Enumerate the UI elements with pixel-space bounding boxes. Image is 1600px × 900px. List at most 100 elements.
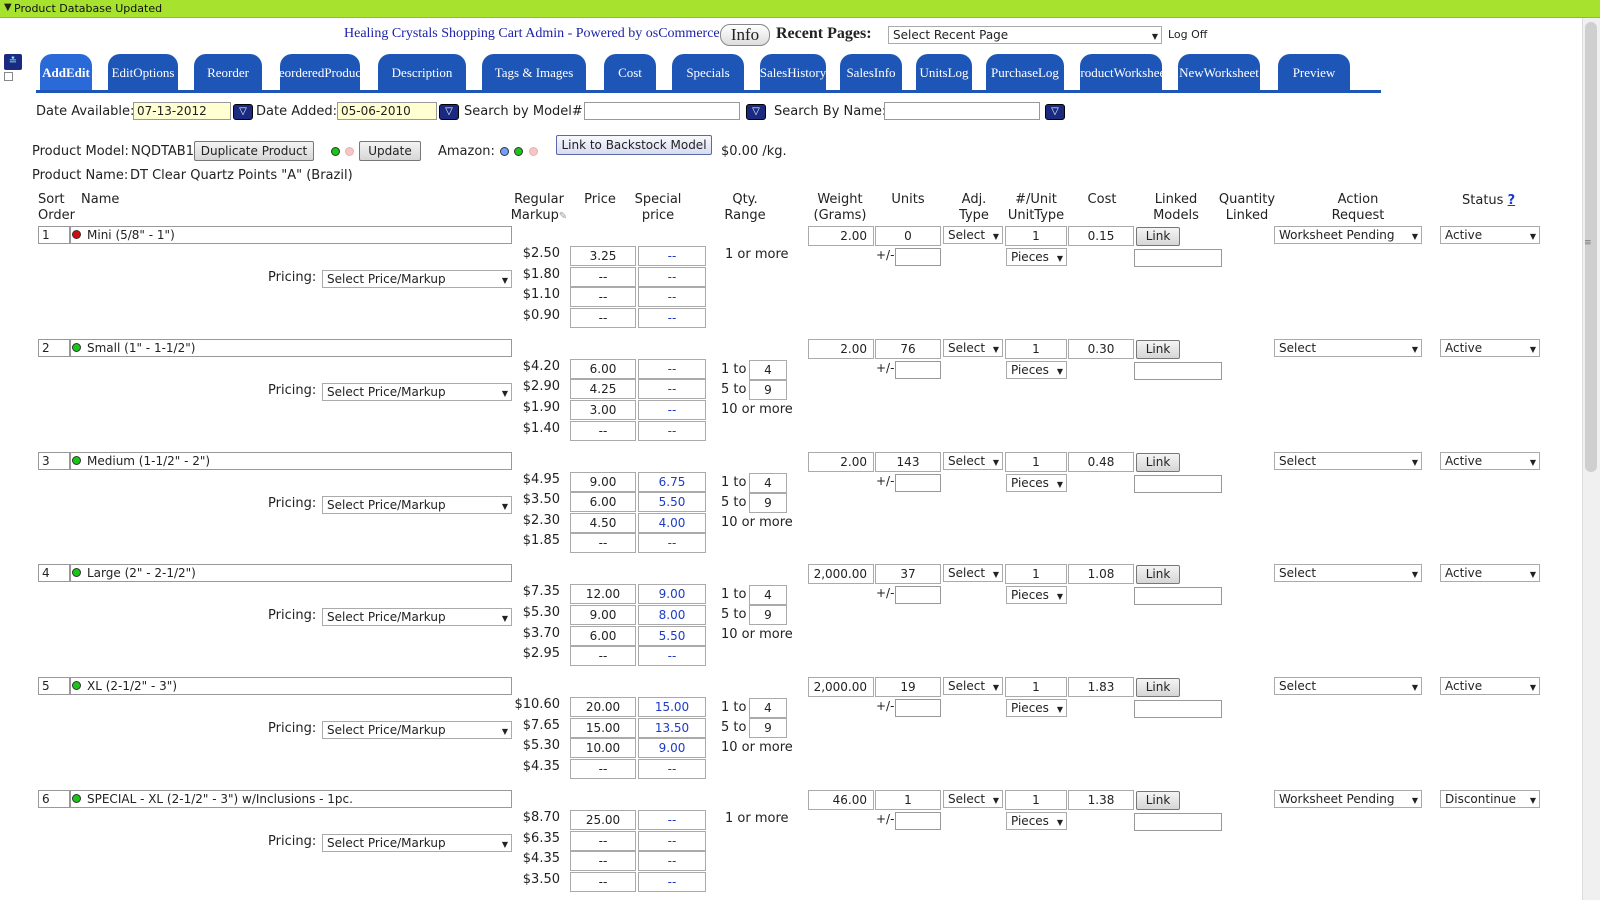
units-adjust-input[interactable] (895, 699, 941, 718)
tab-new-worksheet[interactable]: New Worksheet (1178, 54, 1260, 92)
per-unit-input[interactable]: 1 (1005, 226, 1067, 246)
search-model-input[interactable] (584, 102, 740, 120)
date-available-input[interactable]: 07-13-2012 (133, 102, 231, 120)
price-markup-select[interactable]: Select Price/Markup ▼ (322, 721, 512, 740)
tab-specials[interactable]: Specials (672, 54, 744, 92)
adj-type-select[interactable]: Select ▼ (943, 677, 1003, 696)
status-select[interactable]: Active ▼ (1440, 451, 1540, 470)
sort-order-input[interactable]: 4 (38, 564, 70, 583)
action-request-select[interactable]: Select ▼ (1274, 451, 1422, 470)
qty-tier-input[interactable]: 4 (749, 698, 787, 719)
units-input[interactable]: 143 (875, 451, 941, 472)
calendar-icon[interactable]: ▽ (439, 104, 459, 120)
unit-type-select[interactable]: Pieces ▼ (1006, 248, 1067, 266)
unit-type-select[interactable]: Pieces ▼ (1006, 586, 1067, 605)
special-price-input[interactable]: 9.00 (638, 584, 706, 605)
qty-tier-input[interactable]: 4 (749, 585, 787, 606)
special-price-input[interactable]: -- (638, 266, 706, 287)
special-price-input[interactable]: -- (638, 420, 706, 441)
tab-tags-images[interactable]: Tags & Images (482, 54, 586, 92)
qty-tier-input[interactable]: 9 (749, 379, 787, 400)
special-price-input[interactable]: -- (638, 646, 706, 667)
special-price-input[interactable]: -- (638, 810, 706, 830)
qty-tier-input[interactable]: 9 (749, 718, 787, 739)
price-input[interactable]: 6.00 (570, 358, 636, 379)
status-select[interactable]: Active ▼ (1440, 677, 1540, 696)
price-markup-select[interactable]: Select Price/Markup ▼ (322, 608, 512, 627)
link-models-button[interactable]: Link (1136, 227, 1180, 246)
per-unit-input[interactable]: 1 (1005, 677, 1067, 698)
qty-tier-input[interactable]: 4 (749, 359, 787, 380)
tab-units-log[interactable]: Units Log (916, 54, 972, 92)
sort-order-input[interactable]: 5 (38, 677, 70, 696)
price-markup-select[interactable]: Select Price/Markup ▼ (322, 382, 512, 401)
special-price-input[interactable]: -- (638, 871, 706, 892)
product-variant-name-input[interactable]: Small (1" - 1-1/2") (70, 338, 512, 357)
cost-input[interactable]: 1.08 (1068, 564, 1134, 585)
special-price-input[interactable]: 4.00 (638, 512, 706, 533)
cost-input[interactable]: 0.30 (1068, 338, 1134, 359)
per-unit-input[interactable]: 1 (1005, 564, 1067, 585)
info-button[interactable]: Info (720, 24, 770, 46)
price-input[interactable]: 12.00 (570, 584, 636, 605)
product-variant-name-input[interactable]: XL (2-1/2" - 3") (70, 677, 512, 696)
weight-input[interactable]: 2.00 (808, 226, 874, 246)
quantity-linked-input[interactable] (1134, 249, 1222, 267)
cost-input[interactable]: 0.15 (1068, 226, 1134, 246)
action-request-select[interactable]: Select ▼ (1274, 564, 1422, 583)
special-price-input[interactable]: 5.50 (638, 625, 706, 646)
link-models-button[interactable]: Link (1136, 678, 1180, 698)
unit-type-select[interactable]: Pieces ▼ (1006, 473, 1067, 492)
special-price-input[interactable]: -- (638, 287, 706, 308)
units-input[interactable]: 1 (875, 790, 941, 810)
special-price-input[interactable]: -- (638, 307, 706, 328)
action-request-select[interactable]: Select ▼ (1274, 338, 1422, 357)
price-input[interactable]: 6.00 (570, 492, 636, 513)
price-markup-select[interactable]: Select Price/Markup ▼ (322, 495, 512, 514)
special-price-input[interactable]: -- (638, 358, 706, 379)
price-input[interactable]: -- (570, 420, 636, 441)
unit-type-select[interactable]: Pieces ▼ (1006, 812, 1067, 830)
product-variant-name-input[interactable]: Large (2" - 2-1/2") (70, 564, 512, 583)
sort-order-input[interactable]: 1 (38, 226, 70, 244)
tab-reorder[interactable]: Reorder (194, 54, 262, 92)
price-input[interactable]: -- (570, 646, 636, 667)
price-input[interactable]: -- (570, 830, 636, 851)
tab-add-edit[interactable]: Add Edit (40, 54, 92, 92)
tab-edit-options[interactable]: Edit Options (108, 54, 178, 92)
calendar-icon[interactable]: ▽ (233, 104, 253, 120)
update-button[interactable]: Update (359, 141, 421, 161)
price-input[interactable]: -- (570, 871, 636, 892)
search-name-input[interactable] (884, 102, 1040, 120)
product-variant-name-input[interactable]: SPECIAL - XL (2-1/2" - 3") w/Inclusions … (70, 790, 512, 808)
weight-input[interactable]: 2.00 (808, 338, 874, 359)
price-input[interactable]: 25.00 (570, 810, 636, 830)
tab-cost[interactable]: Cost (604, 54, 656, 92)
special-price-input[interactable]: -- (638, 246, 706, 266)
special-price-input[interactable]: -- (638, 830, 706, 851)
quantity-linked-input[interactable] (1134, 474, 1222, 493)
link-backstock-button[interactable]: Link to Backstock Model (556, 135, 712, 155)
qty-tier-input[interactable]: 4 (749, 472, 787, 493)
search-model-dropdown-icon[interactable]: ▽ (746, 104, 766, 120)
price-input[interactable]: 4.50 (570, 512, 636, 533)
product-variant-name-input[interactable]: Mini (5/8" - 1") (70, 226, 512, 244)
adj-type-select[interactable]: Select ▼ (943, 451, 1003, 470)
price-input[interactable]: 9.00 (570, 605, 636, 625)
special-price-input[interactable]: -- (638, 533, 706, 554)
tab-purchase-log[interactable]: Purchase Log (986, 54, 1064, 92)
sort-order-input[interactable]: 6 (38, 790, 70, 808)
duplicate-product-button[interactable]: Duplicate Product (194, 141, 314, 161)
logoff-link[interactable]: Log Off (1168, 28, 1207, 41)
cost-input[interactable]: 1.38 (1068, 790, 1134, 810)
action-request-select[interactable]: Worksheet Pending ▼ (1274, 790, 1422, 808)
quantity-linked-input[interactable] (1134, 700, 1222, 719)
units-input[interactable]: 19 (875, 677, 941, 698)
price-input[interactable]: -- (570, 759, 636, 779)
price-markup-select[interactable]: Select Price/Markup ▼ (322, 834, 512, 852)
special-price-input[interactable]: 15.00 (638, 697, 706, 718)
units-input[interactable]: 0 (875, 226, 941, 246)
tab-reordered-products[interactable]: Reordered Products (270, 54, 370, 92)
quantity-linked-input[interactable] (1134, 587, 1222, 606)
units-input[interactable]: 76 (875, 338, 941, 359)
